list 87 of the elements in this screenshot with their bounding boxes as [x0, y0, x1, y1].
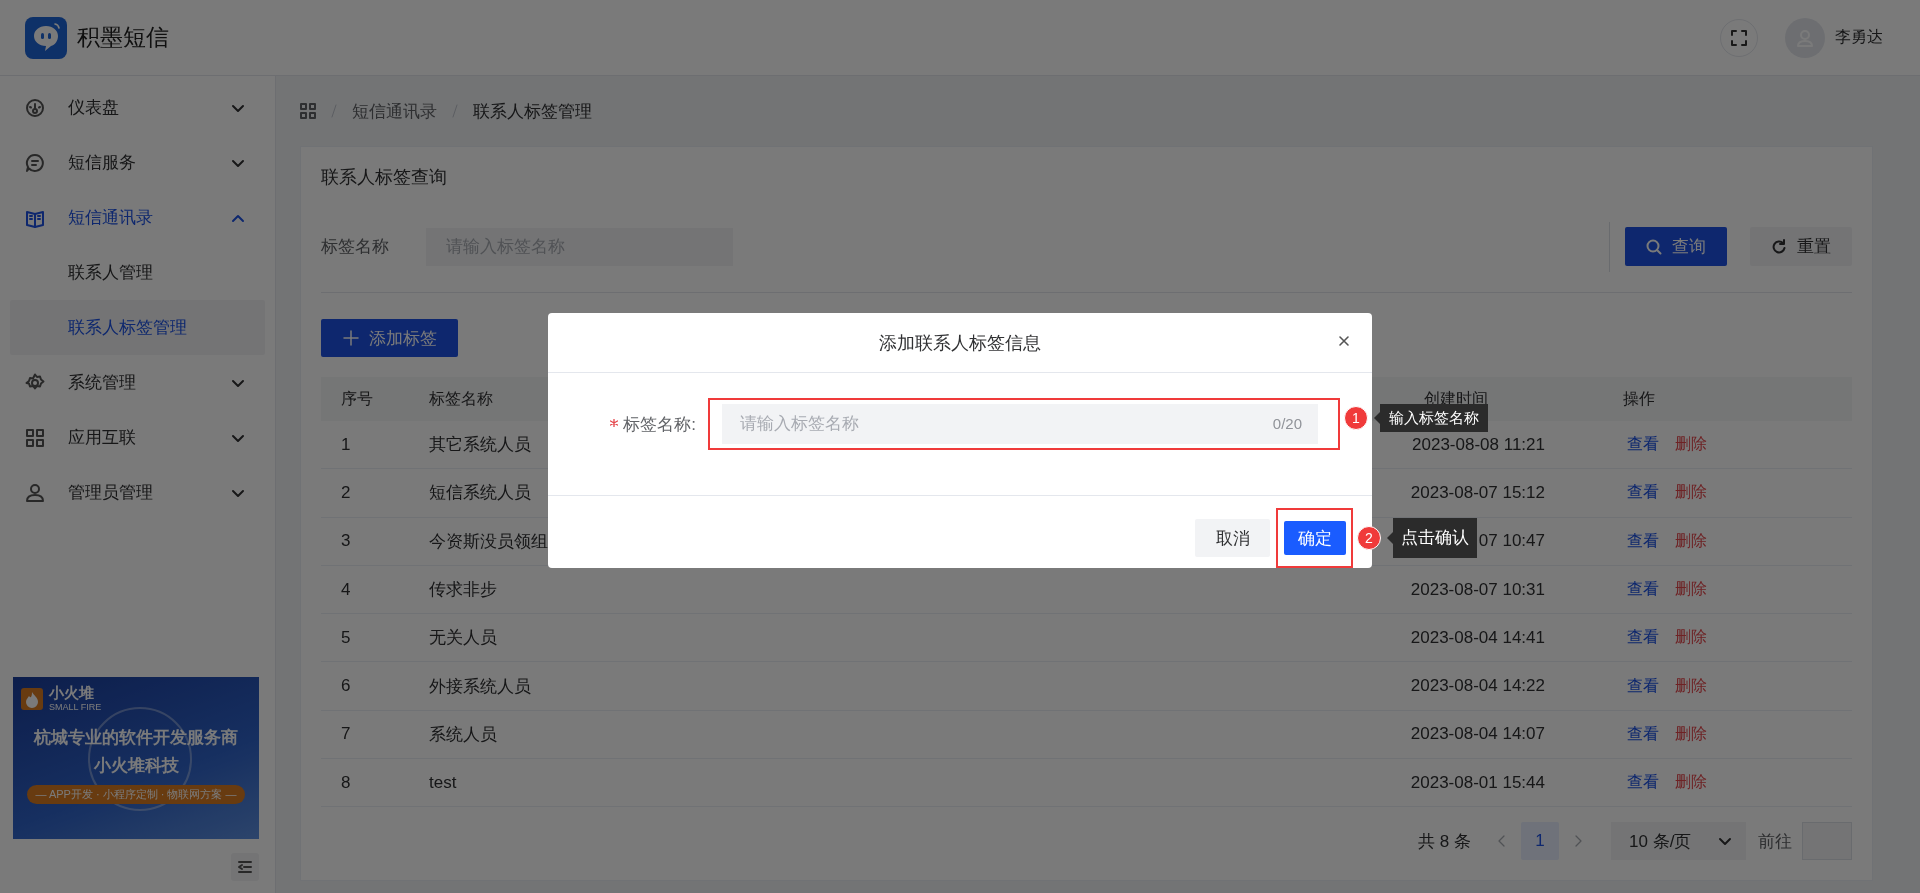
table-cell: 2023-08-04 14:41 [1404, 614, 1603, 663]
promo-banner[interactable]: 小火堆 SMALL FIRE 杭城专业的软件开发服务商 小火堆科技 — APP开发 · 小程序定制 · 物联网方案 — [13, 677, 259, 839]
delete-link[interactable]: 删除 [1675, 723, 1707, 745]
delete-link[interactable]: 删除 [1675, 772, 1707, 794]
menu-item[interactable]: 系统管理 [0, 355, 275, 410]
total-count: 共 8 条 [1418, 830, 1471, 853]
refresh-icon [1771, 238, 1787, 255]
home-grid-icon [300, 103, 316, 119]
delete-link[interactable]: 删除 [1675, 675, 1707, 697]
fullscreen-button[interactable] [1720, 18, 1758, 57]
add-button[interactable]: 添加标签 [321, 319, 458, 357]
submenu-item[interactable]: 联系人管理 [10, 245, 265, 300]
column-header: 操作 [1603, 377, 1852, 421]
menu-item[interactable]: 短信通讯录 [0, 190, 275, 245]
view-link[interactable]: 查看 [1627, 772, 1659, 794]
view-link[interactable]: 查看 [1627, 627, 1659, 649]
submenu-item[interactable]: 联系人标签管理 [10, 300, 265, 355]
app-name: 积墨短信 [77, 23, 169, 52]
table-cell: 系统人员 [409, 710, 1404, 760]
grid-icon [25, 427, 45, 448]
table-cell: 5 [321, 614, 409, 663]
view-link[interactable]: 查看 [1627, 530, 1659, 552]
table-cell: 7 [321, 710, 409, 760]
banner-headline: 杭城专业的软件开发服务商 [34, 727, 238, 750]
menu-item[interactable]: 管理员管理 [0, 465, 275, 520]
goto-label: 前往 [1758, 830, 1792, 853]
delete-link[interactable]: 删除 [1675, 627, 1707, 649]
user-name[interactable]: 李勇达 [1835, 27, 1883, 48]
column-header: 序号 [321, 377, 409, 421]
breadcrumb-link[interactable]: 短信通讯录 [352, 99, 437, 123]
collapse-button[interactable] [231, 853, 259, 881]
table-cell: 6 [321, 662, 409, 711]
step-number-badge: 1 [1344, 406, 1368, 430]
fullscreen-icon [1731, 29, 1747, 46]
delete-link[interactable]: 删除 [1675, 530, 1707, 552]
table-cell: 2023-08-07 10:31 [1404, 565, 1603, 615]
menu-item[interactable]: 仪表盘 [0, 80, 275, 135]
chevron-left-icon [1497, 834, 1507, 848]
delete-link[interactable]: 删除 [1675, 579, 1707, 601]
table-cell: 3 [321, 517, 409, 566]
chevron-right-icon [1573, 834, 1583, 848]
view-link[interactable]: 查看 [1627, 482, 1659, 504]
breadcrumb-link[interactable]: 联系人标签管理 [473, 99, 592, 123]
callout-tooltip: 点击确认 [1393, 518, 1477, 558]
table-cell: 2023-08-04 14:22 [1404, 662, 1603, 711]
banner-services: — APP开发 · 小程序定制 · 物联网方案 — [27, 785, 245, 805]
menu-item[interactable]: 应用互联 [0, 410, 275, 465]
table-cell: 1 [321, 421, 409, 470]
view-link[interactable]: 查看 [1627, 579, 1659, 601]
table-cell: 2023-08-07 15:12 [1404, 469, 1603, 518]
close-icon [1338, 335, 1350, 347]
view-link[interactable]: 查看 [1627, 723, 1659, 745]
table-cell: 8 [321, 759, 409, 808]
logo-icon [25, 16, 67, 59]
delete-link[interactable]: 删除 [1675, 434, 1707, 456]
table-cell: 2023-08-01 15:44 [1404, 759, 1603, 808]
view-link[interactable]: 查看 [1627, 434, 1659, 456]
step-number-badge: 2 [1357, 526, 1381, 550]
confirm-button[interactable]: 确定 [1284, 521, 1346, 555]
cancel-button[interactable]: 取消 [1195, 519, 1270, 557]
menu-item[interactable]: 短信服务 [0, 135, 275, 190]
table-cell: 外接系统人员 [409, 662, 1404, 711]
brand-subtitle: SMALL FIRE [49, 702, 102, 713]
banner-company: 小火堆科技 [93, 755, 179, 778]
close-button[interactable] [1338, 335, 1350, 347]
flame-logo-icon [21, 687, 43, 710]
table-cell: 2023-08-04 14:07 [1404, 710, 1603, 760]
reset-button[interactable]: 重置 [1750, 227, 1852, 266]
table-cell: 4 [321, 565, 409, 615]
delete-link[interactable]: 删除 [1675, 482, 1707, 504]
brand-name: 小火堆 [49, 685, 95, 702]
dialog-title: 添加联系人标签信息 [879, 331, 1041, 355]
page-button[interactable]: 1 [1521, 822, 1559, 860]
person-icon [25, 482, 45, 503]
table-cell: 2 [321, 469, 409, 518]
plus-icon [342, 330, 359, 346]
view-link[interactable]: 查看 [1627, 675, 1659, 697]
chat-icon [25, 152, 45, 173]
query-button[interactable]: 查询 [1625, 227, 1727, 266]
table-cell: 无关人员 [409, 614, 1404, 663]
field-label: 标签名称 [321, 236, 390, 258]
collapse-icon [237, 859, 253, 875]
dashboard-icon [25, 97, 45, 118]
card-title: 联系人标签查询 [321, 166, 448, 189]
page-size-select[interactable]: 10 条/页 [1611, 822, 1746, 860]
search-icon [1646, 238, 1662, 255]
table-cell: test [409, 759, 1404, 808]
